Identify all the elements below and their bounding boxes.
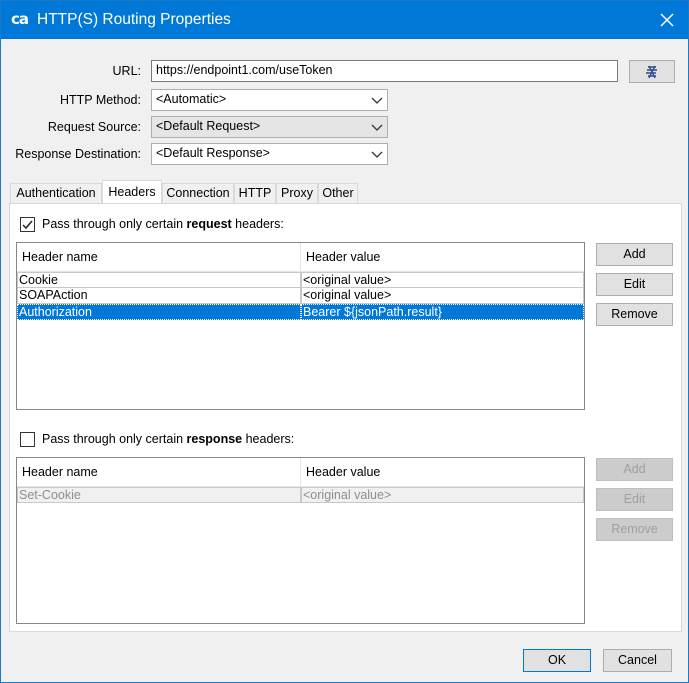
response-edit-button[interactable]: Edit <box>596 488 673 511</box>
dialog-title: HTTP(S) Routing Properties <box>37 11 231 28</box>
ok-button[interactable]: OK <box>523 649 591 672</box>
table-header: Header name Header value <box>17 458 584 487</box>
table-header: Header name Header value <box>17 243 584 272</box>
tab-proxy[interactable]: Proxy <box>276 183 318 203</box>
table-row[interactable]: SOAPAction <original value> <box>17 288 584 304</box>
tab-http[interactable]: HTTP <box>234 183 276 203</box>
header-value-cell: Bearer ${jsonPath.result} <box>301 304 584 320</box>
header-name-cell: Set-Cookie <box>17 487 301 503</box>
column-header-name[interactable]: Header name <box>17 458 300 487</box>
header-value-cell: <original value> <box>301 288 584 304</box>
close-icon <box>660 13 674 27</box>
table-row[interactable]: Set-Cookie <original value> <box>17 487 584 503</box>
response-add-button[interactable]: Add <box>596 458 673 481</box>
header-name-cell: SOAPAction <box>17 288 301 304</box>
response-headers-label: Pass through only certain response heade… <box>42 432 295 446</box>
tab-connection[interactable]: Connection <box>162 183 234 203</box>
column-header-value[interactable]: Header value <box>300 458 584 487</box>
request-headers-option[interactable]: Pass through only certain request header… <box>20 217 340 233</box>
url-label: URL: <box>112 64 141 78</box>
request-add-button[interactable]: Add <box>596 243 673 266</box>
request-headers-table[interactable]: Header name Header value Cookie <origina… <box>16 242 585 410</box>
column-header-name[interactable]: Header name <box>17 243 300 272</box>
request-remove-button[interactable]: Remove <box>596 303 673 326</box>
dialog-window: ca HTTP(S) Routing Properties URL: https… <box>0 0 689 683</box>
chevron-down-icon <box>371 151 383 158</box>
response-destination-label: Response Destination: <box>15 147 141 161</box>
request-headers-label: Pass through only certain request header… <box>42 217 284 231</box>
request-source-select[interactable]: <Default Request> <box>151 116 388 138</box>
http-method-value: <Automatic> <box>156 92 227 106</box>
table-row[interactable]: Cookie <original value> <box>17 272 584 288</box>
tab-authentication[interactable]: Authentication <box>10 183 102 203</box>
column-header-value[interactable]: Header value <box>300 243 584 272</box>
request-source-label: Request Source: <box>47 120 141 134</box>
ca-logo: ca <box>11 10 29 28</box>
response-headers-table[interactable]: Header name Header value Set-Cookie <ori… <box>16 457 585 624</box>
tab-headers[interactable]: Headers <box>102 180 162 203</box>
http-method-select[interactable]: <Automatic> <box>151 89 388 111</box>
variable-icon <box>646 65 657 79</box>
chevron-down-icon <box>371 124 383 131</box>
response-destination-value: <Default Response> <box>156 146 270 160</box>
chevron-down-icon <box>371 97 383 104</box>
request-headers-checkbox[interactable] <box>20 217 35 232</box>
title-bar: ca HTTP(S) Routing Properties <box>1 1 688 39</box>
request-source-value: <Default Request> <box>156 119 261 133</box>
response-headers-checkbox[interactable] <box>20 432 35 447</box>
response-remove-button[interactable]: Remove <box>596 518 673 541</box>
request-edit-button[interactable]: Edit <box>596 273 673 296</box>
checkmark-icon <box>22 220 33 230</box>
cancel-button[interactable]: Cancel <box>603 649 672 672</box>
close-button[interactable] <box>652 5 682 35</box>
http-method-label: HTTP Method: <box>59 93 141 107</box>
url-input[interactable]: https://endpoint1.com/useToken <box>151 60 618 82</box>
tab-other[interactable]: Other <box>318 183 358 203</box>
response-headers-option[interactable]: Pass through only certain response heade… <box>20 432 340 448</box>
header-name-cell: Cookie <box>17 272 301 288</box>
table-row-selected[interactable]: Authorization Bearer ${jsonPath.result} <box>17 304 584 320</box>
context-variables-button[interactable] <box>629 60 675 83</box>
header-value-cell: <original value> <box>301 487 584 503</box>
header-name-cell: Authorization <box>17 304 301 320</box>
header-value-cell: <original value> <box>301 272 584 288</box>
response-destination-select[interactable]: <Default Response> <box>151 143 388 165</box>
